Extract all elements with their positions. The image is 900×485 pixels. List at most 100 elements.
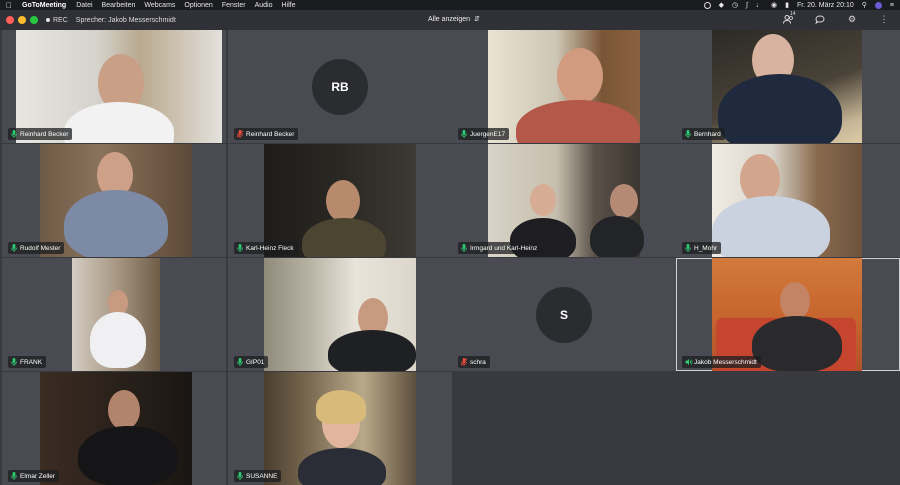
menu-clock[interactable]: Fr. 20. März 20:10 — [797, 2, 854, 9]
participant-body — [64, 190, 168, 257]
participant-name: H_Mohr — [694, 244, 718, 252]
microphone-icon — [237, 358, 243, 366]
microphone-icon — [685, 244, 691, 252]
participant-face — [610, 184, 638, 218]
participant-tile[interactable]: S schra — [452, 258, 676, 371]
participant-body — [712, 196, 830, 257]
microphone-icon — [237, 472, 243, 480]
participant-face — [530, 184, 556, 216]
participant-name-tag: JuergenE17 — [458, 128, 510, 140]
participant-hair — [316, 390, 366, 424]
recording-indicator: REC — [46, 17, 68, 24]
microphone-icon — [461, 130, 467, 138]
participant-tile[interactable]: Rudolf Mester — [2, 144, 226, 257]
user-avatar-icon[interactable] — [874, 1, 882, 9]
participant-name-tag: schra — [458, 356, 490, 368]
control-center-icon[interactable]: ≡ — [890, 2, 894, 9]
participant-tile[interactable]: SUSANNE — [228, 372, 452, 485]
participant-tile[interactable]: RB Reinhard Becker — [228, 30, 452, 143]
menu-datei[interactable]: Datei — [76, 2, 92, 9]
menu-fenster[interactable]: Fenster — [222, 2, 246, 9]
microphone-icon — [11, 472, 17, 480]
participant-tile[interactable]: Reinhard Becker — [2, 30, 226, 143]
participant-tile[interactable]: Irmgard und Karl-Heinz — [452, 144, 676, 257]
more-options-button[interactable]: ⋮ — [878, 14, 890, 25]
gear-icon: ⚙ — [847, 14, 857, 24]
zoom-window-button[interactable] — [30, 16, 38, 24]
microphone-icon — [237, 244, 243, 252]
participant-name: Elmar Zeller — [20, 472, 56, 480]
participant-name-tag: Bernhard — [682, 128, 725, 140]
wifi-icon[interactable]: ◉ — [771, 1, 777, 9]
app-menu[interactable]: GoToMeeting — [22, 2, 66, 9]
participant-face — [108, 390, 140, 430]
chat-button[interactable] — [814, 14, 826, 25]
attendees-button[interactable]: 14 — [782, 11, 796, 25]
participant-name-tag: H_Mohr — [682, 242, 722, 254]
menu-webcams[interactable]: Webcams — [144, 2, 175, 9]
participant-name: SUSANNE — [246, 472, 278, 480]
microphone-icon — [11, 130, 17, 138]
participant-name-tag: Reinhard Becker — [8, 128, 73, 140]
participant-body — [752, 316, 842, 371]
participant-name: Karl-Heinz Fleck — [246, 244, 294, 252]
participant-tile[interactable]: FRANK — [2, 258, 226, 371]
participant-tile[interactable]: H_Mohr — [676, 144, 900, 257]
participant-name-tag: Elmar Zeller — [8, 470, 60, 482]
window-titlebar: REC Sprecher: Jakob Messerschmidt Alle a… — [0, 10, 900, 30]
participant-name-tag: FRANK — [8, 356, 47, 368]
microphone-icon — [685, 130, 691, 138]
view-selector-label: Alle anzeigen — [428, 15, 471, 23]
participant-name-tag: Jakob Messerschmidt — [682, 356, 761, 368]
participant-name-tag: Rudolf Mester — [8, 242, 65, 254]
speaker-volume-icon — [685, 358, 693, 366]
participant-tile[interactable]: Karl-Heinz Fleck — [228, 144, 452, 257]
participant-name: JuergenE17 — [470, 130, 506, 138]
participant-face — [557, 48, 603, 104]
volume-icon[interactable]: ♩ — [756, 2, 763, 9]
participant-body — [328, 330, 416, 371]
apple-icon[interactable]:  — [6, 1, 12, 10]
participant-name-tag: GIP01 — [234, 356, 269, 368]
close-window-button[interactable] — [6, 16, 14, 24]
menu-bar:  GoToMeeting Datei Bearbeiten Webcams O… — [0, 0, 900, 10]
participant-name-tag: Irmgard und Karl-Heinz — [458, 242, 542, 254]
participant-name: Bernhard — [694, 130, 721, 138]
rec-label: REC — [53, 16, 68, 24]
microphone-muted-icon — [237, 130, 243, 138]
more-vertical-icon: ⋮ — [879, 14, 889, 24]
participant-avatar: RB — [312, 58, 368, 115]
search-icon[interactable]: ⚲ — [862, 1, 867, 9]
participant-face — [326, 180, 360, 222]
minimize-window-button[interactable] — [18, 16, 26, 24]
microphone-icon — [11, 244, 17, 252]
participant-body — [78, 426, 178, 485]
participant-name: GIP01 — [246, 358, 265, 366]
participant-name: Jakob Messerschmidt — [694, 358, 757, 366]
settings-button[interactable]: ⚙ — [846, 14, 858, 25]
participant-tile[interactable]: GIP01 — [228, 258, 452, 371]
participant-name: Rudolf Mester — [20, 244, 61, 252]
participant-name: Reinhard Becker — [20, 130, 69, 138]
menu-hilfe[interactable]: Hilfe — [281, 2, 295, 9]
record-dot-icon — [46, 18, 50, 22]
microphone-muted-icon — [461, 358, 467, 366]
status-icon[interactable] — [703, 1, 711, 9]
participant-tile-active-speaker[interactable]: Jakob Messerschmidt — [676, 258, 900, 371]
participant-tile[interactable]: Bernhard — [676, 30, 900, 143]
chevron-updown-icon: ⇵ — [474, 16, 480, 23]
microphone-icon — [11, 358, 17, 366]
dropbox-icon[interactable]: ◆ — [719, 1, 724, 9]
menu-optionen[interactable]: Optionen — [184, 2, 212, 9]
participant-tile[interactable]: Elmar Zeller — [2, 372, 226, 485]
participant-name-tag: SUSANNE — [234, 470, 282, 482]
time-machine-icon[interactable]: ◷ — [732, 1, 738, 9]
menu-bearbeiten[interactable]: Bearbeiten — [102, 2, 136, 9]
participant-name-tag: Karl-Heinz Fleck — [234, 242, 298, 254]
chat-icon — [815, 15, 825, 24]
menu-audio[interactable]: Audio — [255, 2, 273, 9]
battery-icon[interactable]: ▮ — [785, 1, 789, 9]
bluetooth-icon[interactable]: ∫ — [746, 2, 748, 9]
view-selector[interactable]: Alle anzeigen ⇵ — [428, 15, 480, 24]
participant-tile[interactable]: JuergenE17 — [452, 30, 676, 143]
